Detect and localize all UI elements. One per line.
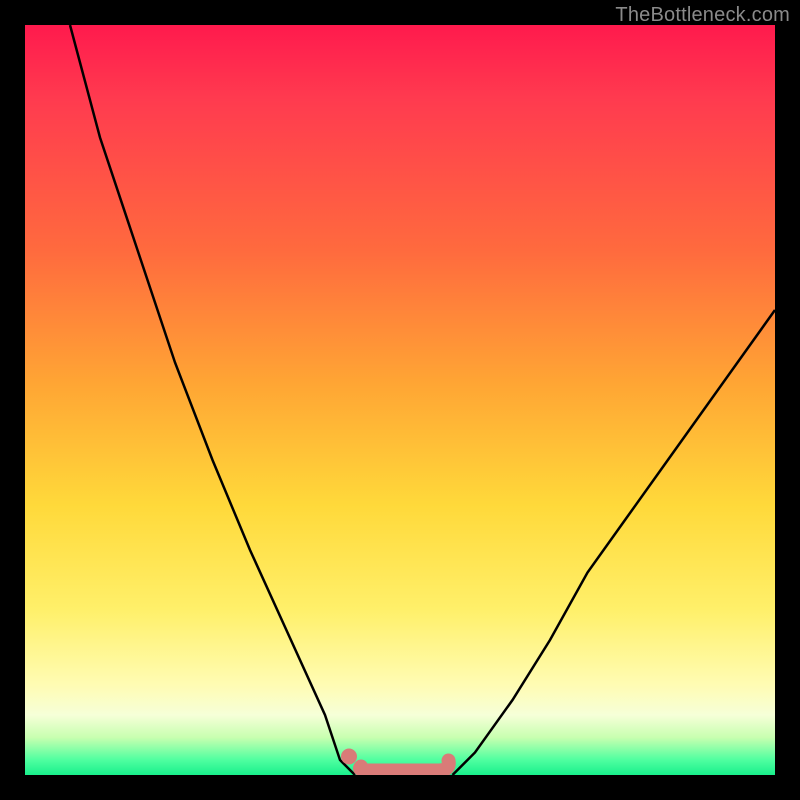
watermark: TheBottleneck.com (615, 4, 790, 27)
curve-left (70, 25, 355, 775)
flat-marker-dot (341, 749, 357, 765)
chart-frame: TheBottleneck.com (0, 0, 800, 800)
curve-layer (25, 25, 775, 775)
plot-area (25, 25, 775, 775)
curve-right (453, 310, 776, 775)
flat-marker-stroke (360, 761, 449, 771)
